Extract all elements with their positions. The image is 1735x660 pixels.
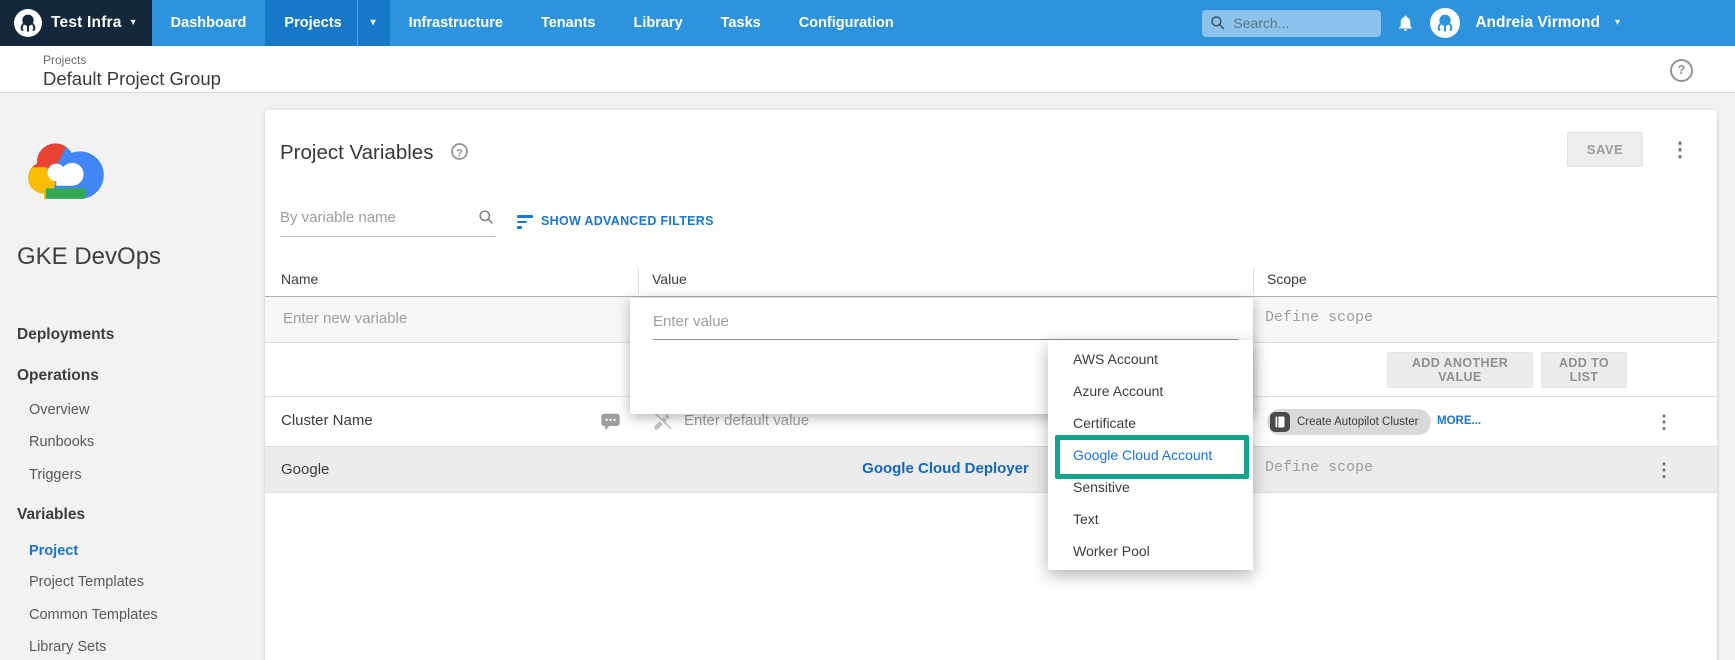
nav-tab-label: Projects <box>284 15 342 31</box>
project-variables-card: Project Variables ? SAVE ⋮ SHOW ADVANCED… <box>265 110 1717 660</box>
column-header-value: Value <box>652 271 687 287</box>
user-avatar[interactable] <box>1430 8 1461 38</box>
column-header-name: Name <box>281 271 319 287</box>
nav-tab-dashboard[interactable]: Dashboard <box>152 0 266 46</box>
sidebar-item-operations[interactable]: Operations <box>17 367 99 385</box>
overflow-menu-icon[interactable]: ⋮ <box>1670 140 1690 160</box>
nav-tab-label: Infrastructure <box>408 15 503 31</box>
variable-name: Google <box>281 461 330 478</box>
nav-right-group: Andreia Virmond ▾ <box>1202 0 1735 46</box>
scope-input[interactable] <box>1263 458 1563 477</box>
top-nav: Test Infra ▾ Dashboard Projects ▾ Infras… <box>0 0 1735 46</box>
user-name[interactable]: Andreia Virmond <box>1475 14 1600 32</box>
show-advanced-filters-label: SHOW ADVANCED FILTERS <box>541 213 714 228</box>
nav-tab-label: Tenants <box>540 15 596 31</box>
sidebar-item-project[interactable]: Project <box>29 543 78 559</box>
sidebar-item-common-templates[interactable]: Common Templates <box>29 607 158 623</box>
sidebar-item-library-sets[interactable]: Library Sets <box>29 639 106 655</box>
sidebar-item-triggers[interactable]: Triggers <box>29 467 82 483</box>
project-name: GKE DevOps <box>17 243 162 270</box>
nav-tab-library[interactable]: Library <box>614 0 701 46</box>
dropdown-item-aws-account[interactable]: AWS Account <box>1048 343 1253 375</box>
search-icon <box>478 209 495 231</box>
value-input[interactable] <box>653 311 1238 340</box>
filter-icon <box>517 213 533 229</box>
card-title: Project Variables <box>280 141 434 164</box>
dropdown-item-text[interactable]: Text <box>1048 503 1253 535</box>
sidebar-item-deployments[interactable]: Deployments <box>17 326 114 344</box>
nav-tab-label: Configuration <box>798 15 894 31</box>
brand-label: Test Infra <box>51 14 122 31</box>
nav-tab-label: Library <box>633 15 683 31</box>
breadcrumb-projects-link[interactable]: Projects <box>43 53 86 67</box>
pencil-disabled-icon <box>652 412 672 437</box>
nav-tab-tenants[interactable]: Tenants <box>522 0 615 46</box>
variable-type-dropdown: AWS Account Azure Account Certificate Go… <box>1048 340 1253 570</box>
sidebar-item-variables[interactable]: Variables <box>17 506 85 524</box>
nav-tab-tasks[interactable]: Tasks <box>702 0 780 46</box>
add-to-list-button[interactable]: ADD TO LIST <box>1541 352 1627 388</box>
nav-tab-projects[interactable]: Projects <box>265 0 357 46</box>
variable-filter-input[interactable] <box>280 206 468 236</box>
chevron-down-icon: ▾ <box>370 17 376 28</box>
sidebar-item-project-templates[interactable]: Project Templates <box>29 574 144 590</box>
runbook-icon <box>1270 412 1290 432</box>
show-advanced-filters-link[interactable]: SHOW ADVANCED FILTERS <box>517 213 714 229</box>
nav-tab-label: Tasks <box>720 15 761 31</box>
variable-filter <box>280 206 495 237</box>
column-header-scope: Scope <box>1267 271 1307 287</box>
nav-tab-configuration[interactable]: Configuration <box>780 0 913 46</box>
notifications-bell-icon[interactable] <box>1396 13 1415 33</box>
more-link[interactable]: MORE... <box>1437 415 1481 427</box>
chevron-down-icon: ▾ <box>130 17 136 28</box>
page-title: Default Project Group <box>43 68 221 89</box>
dropdown-item-certificate[interactable]: Certificate <box>1048 407 1253 439</box>
nav-tab-label: Dashboard <box>170 15 247 31</box>
dropdown-item-worker-pool[interactable]: Worker Pool <box>1048 535 1253 567</box>
sidebar-item-runbooks[interactable]: Runbooks <box>29 434 94 450</box>
variable-row-google: Google Google Cloud Deployer ⋮ <box>265 447 1717 493</box>
dropdown-item-google-cloud-account[interactable]: Google Cloud Account <box>1048 439 1253 471</box>
table-header: Name Value Scope <box>265 263 1717 297</box>
dropdown-item-azure-account[interactable]: Azure Account <box>1048 375 1253 407</box>
sidebar-item-overview[interactable]: Overview <box>29 402 89 418</box>
brand-menu[interactable]: Test Infra ▾ <box>0 0 152 46</box>
runbook-chip-label: Create Autopilot Cluster <box>1297 416 1419 428</box>
row-overflow-menu-icon[interactable]: ⋮ <box>1655 413 1673 431</box>
global-search <box>1202 9 1382 37</box>
add-another-value-button[interactable]: ADD ANOTHER VALUE <box>1387 352 1533 388</box>
google-cloud-logo-icon <box>22 133 110 210</box>
global-search-input[interactable] <box>1202 9 1382 37</box>
new-variable-scope-input[interactable] <box>1263 308 1563 327</box>
dropdown-item-sensitive[interactable]: Sensitive <box>1048 471 1253 503</box>
row-overflow-menu-icon[interactable]: ⋮ <box>1655 461 1673 479</box>
comment-icon[interactable] <box>600 412 621 437</box>
new-variable-name-input[interactable] <box>281 309 611 328</box>
chevron-down-icon[interactable]: ▾ <box>1615 18 1620 28</box>
breadcrumb-bar: Projects Default Project Group ? <box>0 46 1735 93</box>
nav-tab-infrastructure[interactable]: Infrastructure <box>390 0 522 46</box>
help-icon[interactable]: ? <box>1670 59 1693 82</box>
variable-name: Cluster Name <box>281 412 373 429</box>
help-icon[interactable]: ? <box>451 143 468 160</box>
search-icon <box>1210 15 1226 36</box>
octopus-logo-icon <box>14 9 42 37</box>
nav-tab-projects-dropdown-toggle[interactable]: ▾ <box>356 0 390 46</box>
save-button[interactable]: SAVE <box>1567 132 1643 167</box>
app-root: Test Infra ▾ Dashboard Projects ▾ Infras… <box>0 0 1735 660</box>
runbook-chip[interactable]: Create Autopilot Cluster <box>1267 409 1432 435</box>
